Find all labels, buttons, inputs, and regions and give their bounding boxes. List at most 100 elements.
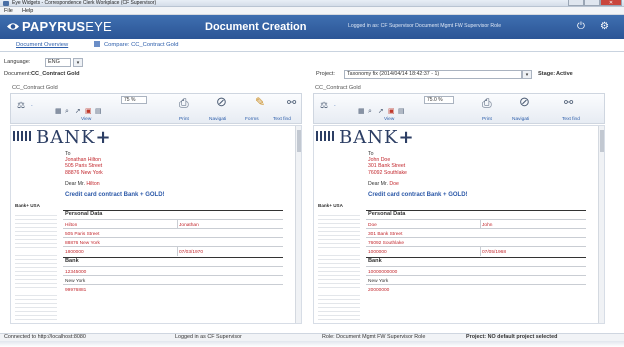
status-logged: Logged in as CF Supervisor xyxy=(175,334,242,340)
document-pane-right: CC_Contract Gold ⚖ - ▦ ⌕ ➚ ▣ ▤ 75.0 % Vi… xyxy=(313,84,605,324)
chevron-down-icon[interactable]: ▾ xyxy=(522,70,532,79)
window-titlebar: Eye Widgets - Correspondence Clerk Workp… xyxy=(0,0,624,7)
pdf-icon[interactable]: ▣ xyxy=(388,107,395,117)
form-row[interactable]: 301 Bank Street xyxy=(366,228,586,237)
logo-light: EYE xyxy=(85,19,112,34)
close-window-button[interactable]: ✕ xyxy=(600,0,622,6)
tab-compare[interactable]: Compare: CC_Contract Gold xyxy=(94,41,178,50)
toolbar-dash[interactable]: - xyxy=(334,104,336,110)
language-select[interactable]: ENG xyxy=(45,58,71,67)
status-bar: Connected to http://localhost:8080 Logge… xyxy=(0,333,624,341)
pointer-icon[interactable]: ➚ xyxy=(75,107,81,117)
pointer-icon[interactable]: ➚ xyxy=(378,107,384,117)
textfind-label[interactable]: Text find xyxy=(273,117,291,123)
field-code[interactable]: 99976881 xyxy=(65,288,86,293)
pen-icon[interactable]: ✎ xyxy=(255,96,265,108)
sidebar-fineprint xyxy=(318,212,360,248)
printer-icon[interactable]: ⎙ xyxy=(482,97,492,109)
minimize-button[interactable] xyxy=(568,0,584,6)
document-viewer[interactable]: BANK+ To Jonathan Hilton 505 Paris Stree… xyxy=(10,125,302,324)
form-row[interactable]: 76092 Southlake xyxy=(366,237,586,246)
pdf-icon[interactable]: ▣ xyxy=(85,107,92,117)
scale-icon[interactable]: ⚖ xyxy=(17,100,25,110)
form-row[interactable]: 505 Paris Street xyxy=(63,228,283,237)
viewer-toolbar: ⚖ - ▦ ⌕ ➚ ▣ ▤ 75 % View ⎙ Print ⊘ Naviga… xyxy=(10,93,302,124)
form-row[interactable]: 99976881 xyxy=(63,284,283,293)
field-birthdate[interactable]: 07/05/1968 xyxy=(482,250,506,255)
view-label[interactable]: View xyxy=(81,117,91,123)
papyrus-eye-logo-icon xyxy=(7,23,19,30)
app-icon xyxy=(3,1,9,6)
page-icon[interactable]: ▤ xyxy=(95,107,102,117)
form-row[interactable]: 20000000 xyxy=(366,284,586,293)
tab-document-overview[interactable]: Document Overview xyxy=(16,41,68,50)
zoom-field[interactable]: 75.0 % xyxy=(424,96,454,104)
form-row[interactable]: New York xyxy=(63,275,283,284)
bank-usa-label: Bank+ USA xyxy=(318,203,343,208)
field-phone[interactable]: 1000000 xyxy=(368,250,387,255)
vertical-scrollbar[interactable] xyxy=(598,126,604,323)
document-viewer[interactable]: BANK+ To John Doe 301 Bank Street 76092 … xyxy=(313,125,605,324)
field-birthdate[interactable]: 07/03/1970 xyxy=(179,250,203,255)
chevron-down-icon[interactable]: ▾ xyxy=(73,58,83,67)
salutation-name: Doe xyxy=(389,181,399,187)
form-row[interactable]: Hilton Jonathan xyxy=(63,219,283,229)
field-phone[interactable]: 1800000 xyxy=(65,250,84,255)
grid-view-icon[interactable]: ▦ xyxy=(55,107,62,117)
binoculars-icon[interactable]: ⚯ xyxy=(564,98,573,109)
contract-title: Credit card contract Bank + GOLD! xyxy=(368,192,468,198)
toolbar-dash[interactable]: - xyxy=(31,104,33,110)
language-label: Language: xyxy=(4,59,31,65)
scrollbar-thumb[interactable] xyxy=(297,130,301,152)
status-role: Role: Document Mgmt FW Supervisor Role xyxy=(322,334,426,340)
view-label[interactable]: View xyxy=(384,117,394,123)
binoculars-icon[interactable]: ⚯ xyxy=(287,98,296,109)
form-row[interactable]: 88876 New York xyxy=(63,237,283,246)
address-block: To John Doe 301 Bank Street 76092 Southl… xyxy=(368,151,407,176)
page-icon[interactable]: ▤ xyxy=(398,107,405,117)
print-label[interactable]: Print xyxy=(482,117,492,123)
form-row[interactable]: 1800000 07/03/1970 xyxy=(63,246,283,256)
print-label[interactable]: Print xyxy=(179,117,189,123)
document-label: Document: xyxy=(4,71,32,77)
navigate-icon[interactable]: ⊘ xyxy=(519,95,530,108)
grid-view-icon[interactable]: ▦ xyxy=(358,107,365,117)
scale-icon[interactable]: ⚖ xyxy=(320,100,328,110)
scrollbar-thumb[interactable] xyxy=(600,130,604,152)
bank-logo-word: BANK xyxy=(36,127,96,148)
status-project: Project: NO default project selected xyxy=(466,334,558,340)
address-city: 88876 New York xyxy=(65,169,103,176)
salutation-name: Hilton xyxy=(86,181,100,187)
navigate-label[interactable]: Navigati xyxy=(209,117,226,123)
printer-icon[interactable]: ⎙ xyxy=(179,97,189,109)
logo-text: PAPYRUSEYE xyxy=(22,20,112,34)
navigate-label[interactable]: Navigati xyxy=(512,117,529,123)
navigate-icon[interactable]: ⊘ xyxy=(216,95,227,108)
forms-label[interactable]: Forms xyxy=(245,117,259,123)
section-bank: Bank xyxy=(63,257,283,265)
vertical-scrollbar[interactable] xyxy=(295,126,301,323)
window-title: Eye Widgets - Correspondence Clerk Workp… xyxy=(12,0,157,6)
form-row[interactable]: 12345000 xyxy=(63,266,283,275)
field-code[interactable]: 20000000 xyxy=(368,288,389,293)
zoom-field[interactable]: 75 % xyxy=(121,96,147,104)
status-connected: Connected to http://localhost:8080 xyxy=(4,334,86,340)
pane-title: CC_Contract Gold xyxy=(315,85,361,91)
menu-file[interactable]: File xyxy=(4,7,13,15)
textfind-label[interactable]: Text find xyxy=(562,117,580,123)
maximize-button[interactable] xyxy=(584,0,600,6)
sidebar-fineprint xyxy=(15,212,57,248)
app-header: PAPYRUSEYE Document Creation Logged in a… xyxy=(0,15,624,39)
search-icon[interactable]: ⌕ xyxy=(368,107,372,117)
power-icon[interactable]: ⏻ xyxy=(577,21,585,32)
form-row[interactable]: 1000000 07/05/1968 xyxy=(366,246,586,256)
project-select[interactable]: Taxonomy fix (2014/04/14 18:42:37 - 1) xyxy=(344,70,522,79)
form-row[interactable]: 10000000000 xyxy=(366,266,586,275)
gear-icon[interactable]: ⚙ xyxy=(600,21,609,32)
menu-help[interactable]: Help xyxy=(22,7,33,15)
form-row[interactable]: Doe John xyxy=(366,219,586,229)
bottom-edge xyxy=(0,341,624,347)
form-row[interactable]: New York xyxy=(366,275,586,284)
address-city: 76092 Southlake xyxy=(368,169,407,176)
search-icon[interactable]: ⌕ xyxy=(65,107,69,117)
